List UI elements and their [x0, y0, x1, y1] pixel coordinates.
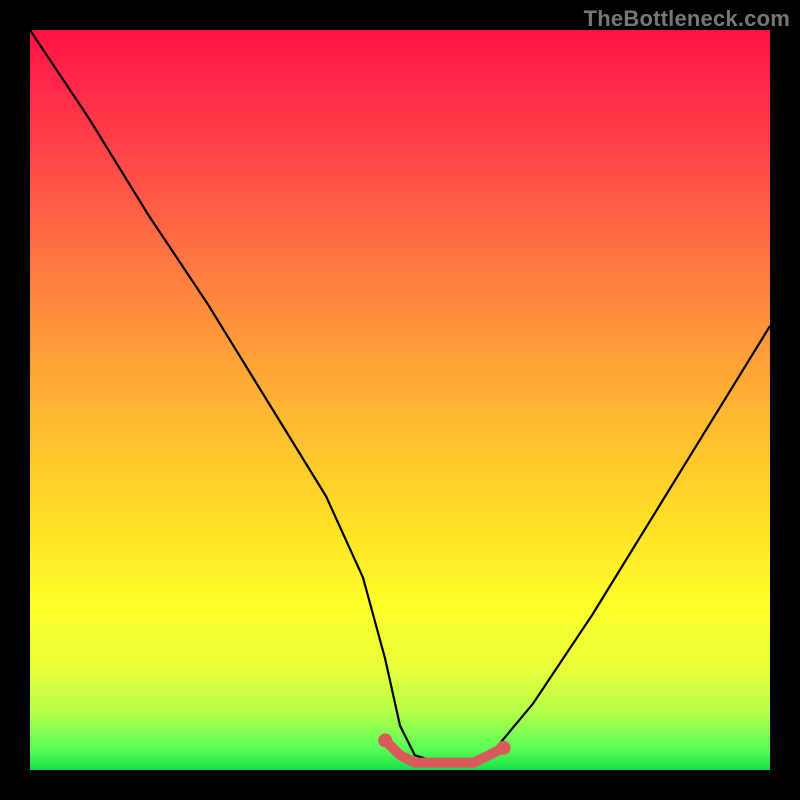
basin-end-dot [497, 741, 511, 755]
red-basin-marker [385, 740, 503, 762]
watermark-text: TheBottleneck.com [584, 6, 790, 32]
chart-svg [30, 30, 770, 770]
chart-frame: TheBottleneck.com [0, 0, 800, 800]
black-curve [30, 30, 770, 763]
chart-plot-area [30, 30, 770, 770]
basin-end-dot [378, 733, 392, 747]
